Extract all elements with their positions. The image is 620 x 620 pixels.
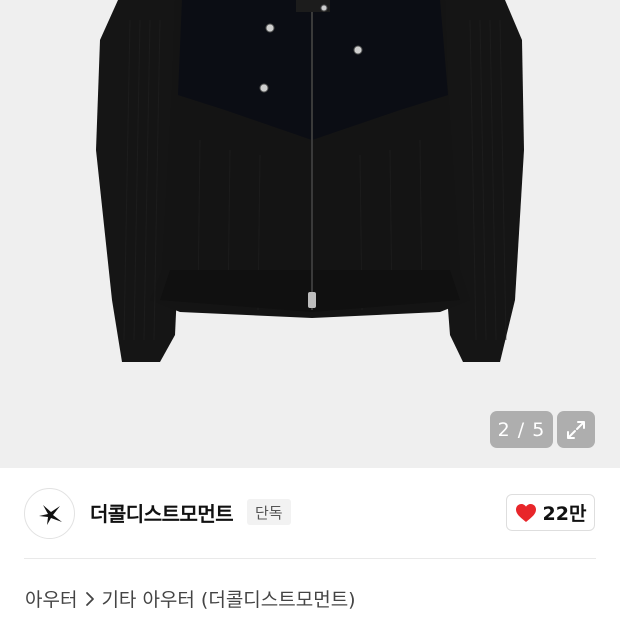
- breadcrumb-item-subcategory[interactable]: 기타 아우터 (더콜디스트모먼트): [101, 585, 355, 612]
- brand-star-logo-icon: [38, 504, 62, 525]
- expand-image-button[interactable]: [557, 411, 595, 448]
- like-count: 22만: [542, 503, 587, 525]
- breadcrumb: 아우터 기타 아우터 (더콜디스트모먼트): [25, 585, 356, 612]
- divider: [24, 558, 596, 559]
- chevron-right-icon: [85, 591, 95, 607]
- exclusive-badge: 단독: [247, 499, 291, 525]
- brand-name[interactable]: 더콜디스트모먼트: [90, 498, 234, 527]
- image-page-counter: 2 / 5: [490, 411, 553, 448]
- like-button[interactable]: 22만: [506, 494, 595, 531]
- product-image-gallery[interactable]: 2 / 5: [0, 0, 620, 468]
- product-photo: [96, 0, 524, 362]
- expand-arrows-icon: [567, 420, 585, 439]
- heart-icon: [515, 503, 536, 522]
- brand-row: 더콜디스트모먼트 단독 22만: [0, 468, 620, 558]
- breadcrumb-item-category[interactable]: 아우터: [25, 585, 77, 612]
- brand-logo[interactable]: [24, 488, 75, 539]
